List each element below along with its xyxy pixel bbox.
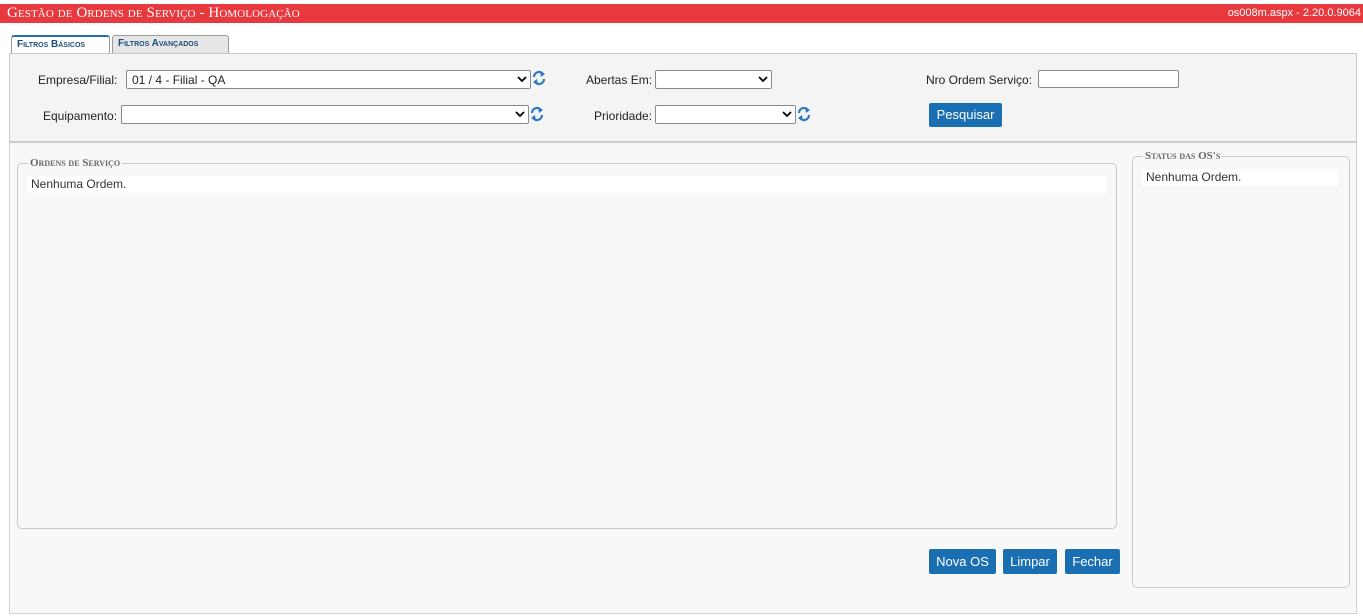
ordens-servico-legend: Ordens de Serviço xyxy=(28,157,123,169)
refresh-icon[interactable] xyxy=(797,106,811,122)
equipamento-select[interactable] xyxy=(121,105,529,124)
tab-filtros-avancados[interactable]: Filtros Avançados xyxy=(112,35,229,53)
abertas-em-label: Abertas Em: xyxy=(586,73,653,87)
refresh-icon[interactable] xyxy=(532,70,546,86)
abertas-em-select[interactable] xyxy=(655,70,772,89)
nro-ordem-input[interactable] xyxy=(1038,70,1179,88)
empresa-filial-label: Empresa/Filial: xyxy=(38,73,118,87)
nro-ordem-label: Nro Ordem Serviço: xyxy=(926,73,1033,87)
content-area: Ordens de Serviço Nenhuma Ordem. Nova OS… xyxy=(9,142,1357,614)
status-os-fieldset: Status das OS's Nenhuma Ordem. xyxy=(1132,150,1350,588)
ordens-servico-fieldset: Ordens de Serviço Nenhuma Ordem. xyxy=(17,157,1117,529)
tab-filtros-basicos[interactable]: Filtros Básicos xyxy=(11,35,110,53)
filters-panel: Empresa/Filial: 01 / 4 - Filial - QA Abe… xyxy=(9,53,1357,142)
refresh-icon[interactable] xyxy=(530,106,544,122)
nova-os-button[interactable]: Nova OS xyxy=(929,549,996,574)
equipamento-label: Equipamento: xyxy=(43,109,118,123)
empresa-filial-value: 01 / 4 - Filial - QA xyxy=(132,73,226,87)
version-label: os008m.aspx - 2.20.0.9064 xyxy=(1227,7,1361,19)
status-empty-message: Nenhuma Ordem. xyxy=(1142,169,1338,186)
chevron-down-icon xyxy=(758,76,768,83)
prioridade-label: Prioridade: xyxy=(594,109,653,123)
prioridade-select[interactable] xyxy=(655,105,796,124)
ordens-empty-message: Nenhuma Ordem. xyxy=(27,176,1106,193)
chevron-down-icon xyxy=(515,111,525,118)
pesquisar-button[interactable]: Pesquisar xyxy=(929,103,1002,127)
page-title: Gestão de Ordens de Serviço - Homologaçã… xyxy=(7,5,300,21)
app-title-bar: Gestão de Ordens de Serviço - Homologaçã… xyxy=(0,4,1363,23)
limpar-button[interactable]: Limpar xyxy=(1003,549,1057,574)
status-os-legend: Status das OS's xyxy=(1143,150,1223,162)
fechar-button[interactable]: Fechar xyxy=(1065,549,1120,574)
empresa-filial-select[interactable]: 01 / 4 - Filial - QA xyxy=(126,70,531,89)
chevron-down-icon xyxy=(517,76,527,83)
chevron-down-icon xyxy=(782,111,792,118)
